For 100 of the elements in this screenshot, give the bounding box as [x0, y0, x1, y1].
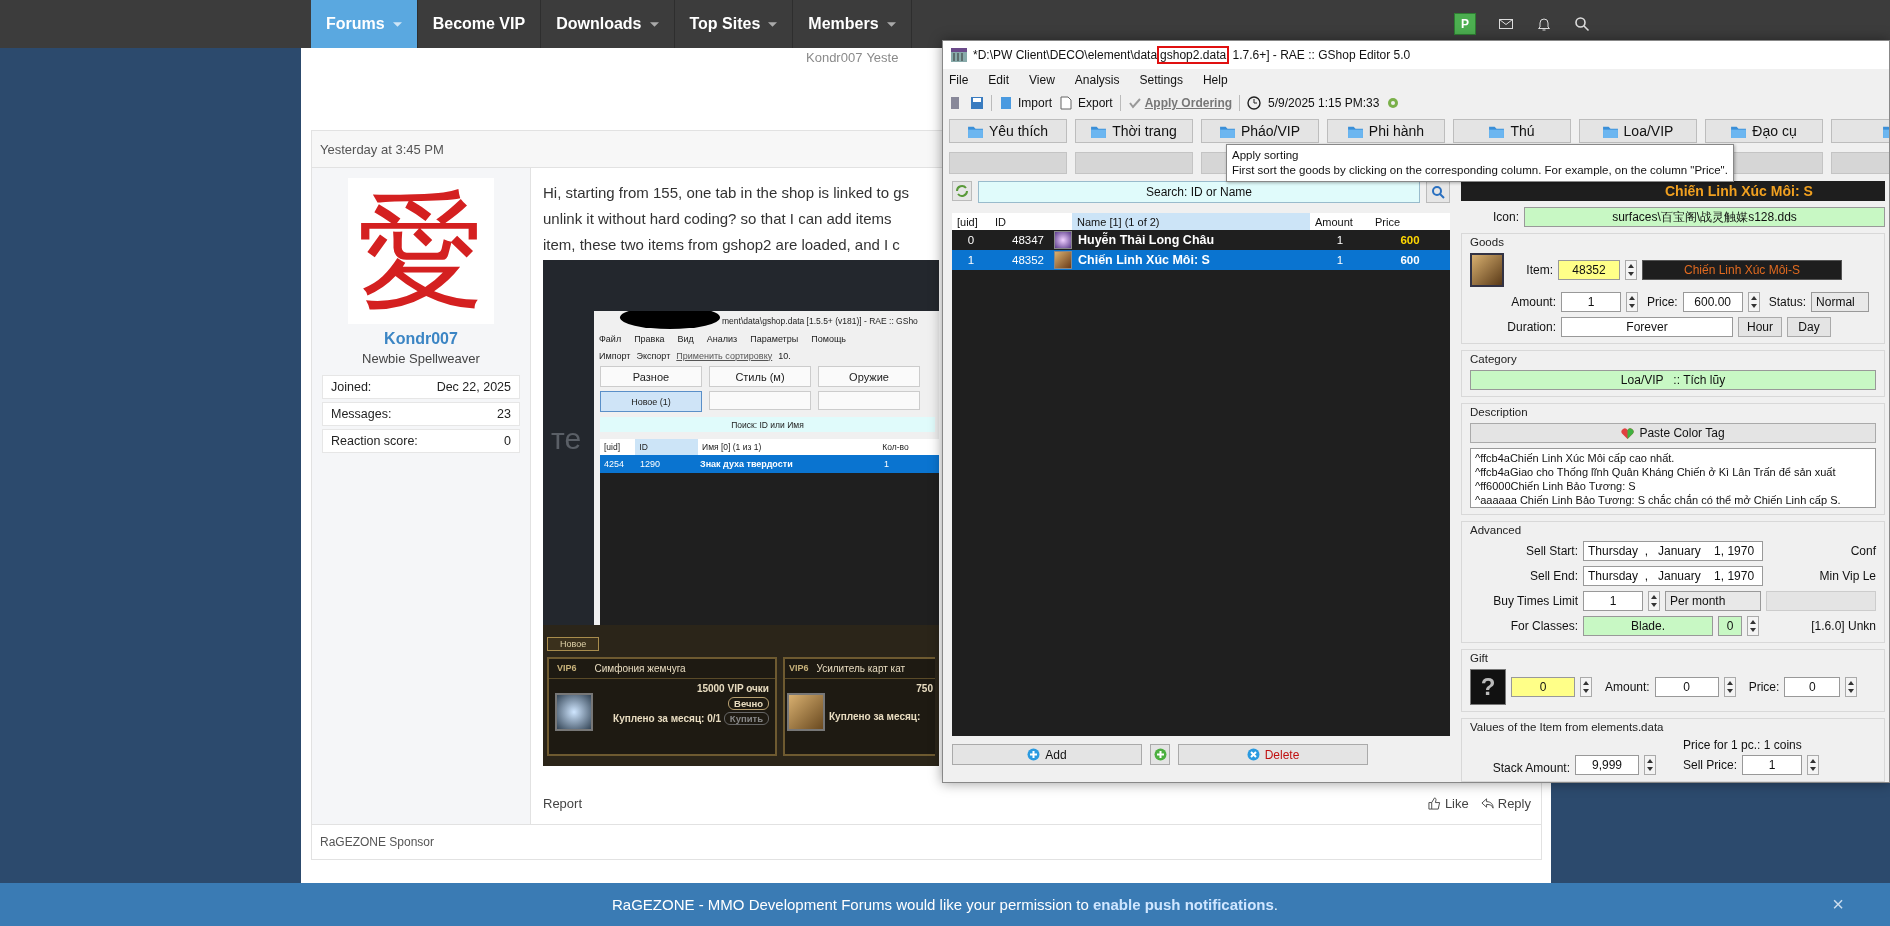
classes-number-field[interactable]: 0	[1718, 616, 1742, 636]
column-header[interactable]: [uid]	[600, 442, 636, 452]
period-dropdown[interactable]: Per month	[1665, 591, 1761, 611]
highlighted-filename: gshop2.data	[1157, 46, 1230, 64]
menu-item[interactable]: Settings	[1139, 73, 1183, 87]
buy-limit-field[interactable]: 1	[1583, 591, 1643, 611]
delete-button[interactable]: Delete	[1178, 744, 1368, 765]
spinner-icon[interactable]	[1626, 292, 1638, 312]
menu-item[interactable]: Анализ	[706, 334, 738, 344]
item-title: Chiến Linh Xúc Môi: S	[1461, 181, 1885, 201]
gift-price-field[interactable]: 0	[1784, 677, 1841, 697]
menu-item[interactable]: View	[1029, 73, 1055, 87]
column-header[interactable]: Имя [0] (1 из 1)	[698, 442, 879, 452]
category-tab[interactable]: Đạo cụ	[1705, 119, 1823, 143]
search-field[interactable]: Search: ID or Name	[978, 181, 1420, 203]
category-tab[interactable]: Thời trang	[1075, 119, 1193, 143]
item-row[interactable]: 0 48347 Huyễn Thải Long Châu 1 600	[952, 230, 1450, 250]
duration-label: Вечно	[728, 697, 769, 710]
menu-item[interactable]: File	[949, 73, 969, 87]
report-link[interactable]: Report	[543, 795, 583, 811]
notification-text: RaGEZONE - MMO Development Forums would like your permission to enable push notifications.	[612, 896, 1278, 913]
category-tab[interactable]: Phi hành	[1327, 119, 1445, 143]
stack-amount-field[interactable]: 9,999	[1575, 755, 1639, 775]
sell-price-field[interactable]: 1	[1742, 755, 1803, 775]
category-tab[interactable]: Оружие	[818, 366, 920, 387]
sell-end-picker[interactable]: Thursday , January 1, 1970	[1583, 566, 1763, 586]
buy-button[interactable]: Купить	[723, 712, 769, 725]
duration-button[interactable]: Hour	[1738, 317, 1782, 337]
column-header[interactable]: Amount	[1310, 213, 1370, 230]
add-copy-button[interactable]	[1150, 744, 1170, 765]
bell-icon[interactable]	[1536, 16, 1552, 32]
export-button[interactable]: Экспорт	[636, 350, 671, 361]
gift-amount-field[interactable]: 0	[1654, 677, 1719, 697]
spinner-icon[interactable]	[1747, 616, 1759, 636]
menu-item[interactable]: Параметры	[750, 334, 799, 344]
tooltip-title: Apply sorting	[1232, 148, 1300, 163]
amount-field[interactable]: 1	[1561, 292, 1621, 312]
category-tab[interactable]: Стиль (м)	[709, 366, 811, 387]
category-field[interactable]: Loa/VIP :: Tích lũy	[1470, 370, 1876, 390]
price-field[interactable]: 600.00	[1682, 292, 1743, 312]
duration-button[interactable]: Day	[1787, 317, 1831, 337]
save-icon[interactable]	[970, 96, 984, 110]
menu-item[interactable]: Help	[1202, 73, 1228, 87]
item-row[interactable]: 4254 1290 Знак духа твердости 1	[600, 455, 939, 473]
like-button[interactable]: Like	[1427, 795, 1469, 811]
spinner-icon[interactable]	[1644, 755, 1656, 775]
cut-label: [1.6.0] Unkn	[1811, 619, 1876, 633]
classes-field[interactable]: Blade.	[1583, 616, 1713, 636]
description-field[interactable]	[1470, 448, 1876, 508]
icon-path-field[interactable]: surfaces\百宝阁\战灵触媒s128.dds	[1524, 207, 1885, 227]
menu-item[interactable]: Помощь	[811, 334, 846, 344]
menu-item[interactable]: Вид	[677, 334, 694, 344]
spinner-icon[interactable]	[1648, 591, 1660, 611]
spinner-icon[interactable]	[1625, 260, 1637, 280]
search-icon	[1431, 185, 1445, 199]
duration-field[interactable]: Forever	[1561, 317, 1733, 337]
menu-item[interactable]: Файл	[599, 334, 622, 344]
status-dropdown[interactable]: Normal	[1811, 292, 1870, 312]
column-header[interactable]: ID	[990, 213, 1052, 230]
item-row[interactable]: 1 48352 Chiến Linh Xúc Môi: S 1 600	[952, 250, 1450, 270]
search-button[interactable]	[1426, 181, 1450, 203]
search-icon[interactable]	[1574, 16, 1590, 32]
refresh-icon[interactable]	[952, 181, 972, 201]
category-tab[interactable]: Pháo/VIP	[1201, 119, 1319, 143]
enable-notifications-link[interactable]: enable push notifications	[1092, 896, 1274, 913]
username-link[interactable]: Kondr007	[384, 330, 458, 348]
menu-item[interactable]: Edit	[988, 73, 1010, 87]
search-field[interactable]: Поиск: ID или Имя	[600, 417, 935, 432]
spinner-icon[interactable]	[1723, 677, 1736, 697]
import-button[interactable]: Import	[999, 96, 1052, 110]
apply-sorting-button[interactable]: Применить сортировку	[676, 350, 773, 361]
spinner-icon[interactable]	[1747, 292, 1760, 312]
reply-button[interactable]: Reply	[1480, 795, 1531, 811]
paste-color-tag-button[interactable]: Paste Color Tag	[1470, 423, 1876, 443]
spinner-icon[interactable]	[1580, 677, 1592, 697]
column-header[interactable]: ID	[635, 439, 699, 455]
shop-tab[interactable]: Новое	[547, 637, 600, 651]
add-button[interactable]: Add	[952, 744, 1142, 765]
item-id-field[interactable]: 48352	[1558, 260, 1620, 280]
export-button[interactable]: Export	[1059, 96, 1113, 110]
category-tab[interactable]: Yêu thích	[949, 119, 1067, 143]
menu-item[interactable]: Analysis	[1074, 73, 1120, 87]
column-header[interactable]: Кол-во	[878, 442, 939, 452]
category-tab[interactable]: Thú	[1453, 119, 1571, 143]
column-header[interactable]: [uid]	[952, 213, 990, 230]
category-tab[interactable]: Разное	[600, 366, 702, 387]
classes-label: For Classes:	[1509, 619, 1578, 633]
spinner-icon[interactable]	[1845, 677, 1858, 697]
mail-icon[interactable]	[1498, 16, 1514, 32]
spinner-icon[interactable]	[1807, 755, 1820, 775]
menu-item[interactable]: Правка	[634, 334, 665, 344]
column-header[interactable]: Name [1] (1 of 2)	[1072, 213, 1310, 230]
import-button[interactable]: Импорт	[599, 350, 631, 361]
stat-label: Joined:	[331, 380, 372, 394]
sell-start-picker[interactable]: Thursday , January 1, 1970	[1583, 541, 1763, 561]
item-name-field[interactable]: Chiến Linh Xúc Môi-S	[1642, 260, 1842, 280]
category-tab[interactable]: Loa/VIP	[1579, 119, 1697, 143]
column-header[interactable]: Price	[1370, 213, 1450, 230]
gift-id-field[interactable]: 0	[1511, 677, 1575, 697]
subcategory-tab[interactable]: Новое (1)	[600, 391, 702, 412]
